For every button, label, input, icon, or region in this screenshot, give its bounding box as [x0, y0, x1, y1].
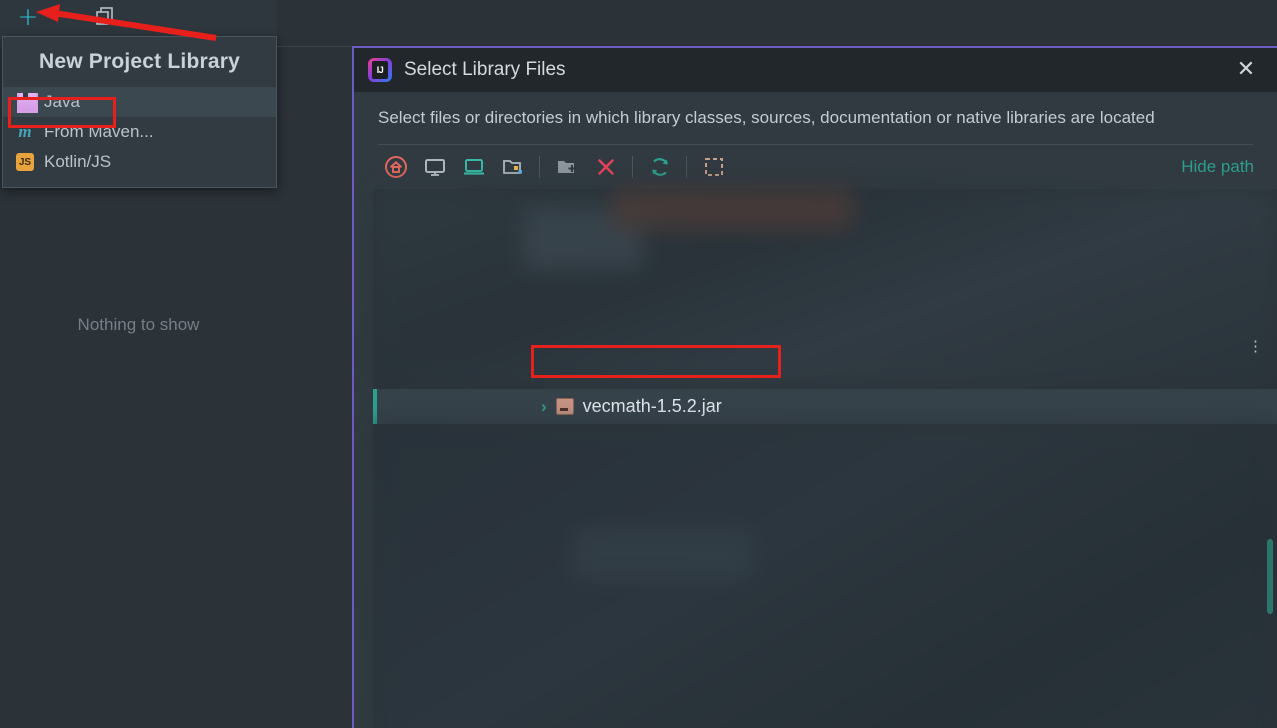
new-project-library-popup: New Project Library Java m From Maven...… [2, 36, 277, 188]
dialog-titlebar: IJ Select Library Files ✕ [354, 48, 1277, 92]
screen: Nothing to show + New Project Library Ja… [0, 0, 1277, 728]
jar-file-icon [555, 398, 574, 415]
empty-state-label: Nothing to show [77, 315, 200, 334]
intellij-logo-icon: IJ [368, 58, 392, 82]
close-icon[interactable]: ✕ [1233, 58, 1259, 84]
file-tree[interactable]: ⋮ › vecmath-1.5.2.jar [373, 189, 1277, 728]
toolbar-separator [686, 156, 687, 178]
desktop-icon[interactable] [415, 150, 454, 184]
overflow-menu-icon[interactable]: ⋮ [1248, 339, 1263, 354]
vertical-scrollbar[interactable] [1267, 539, 1273, 614]
file-row-vecmath-jar[interactable]: › vecmath-1.5.2.jar [373, 389, 1277, 424]
chevron-right-icon[interactable]: › [541, 397, 547, 417]
delete-icon[interactable] [586, 150, 625, 184]
file-name-label: vecmath-1.5.2.jar [582, 396, 722, 416]
maven-icon: m [18, 122, 32, 141]
hide-path-link[interactable]: Hide path [1181, 157, 1254, 177]
module-folder-icon[interactable] [493, 150, 532, 184]
kotlin-js-icon: JS [15, 152, 35, 172]
dialog-description: Select files or directories in which lib… [378, 108, 1155, 127]
home-icon[interactable] [376, 150, 415, 184]
file-chooser-toolbar: Hide path [354, 145, 1277, 189]
popup-item-label: Kotlin/JS [44, 152, 112, 171]
toolbar-separator [632, 156, 633, 178]
annotation-arrow [36, 4, 217, 41]
selection-indicator [373, 389, 377, 424]
popup-item-label: Java [44, 92, 80, 111]
select-library-files-dialog: IJ Select Library Files ✕ Select files o… [352, 46, 1277, 728]
blurred-row [613, 189, 853, 229]
dialog-title: Select Library Files [404, 59, 566, 80]
popup-item-java[interactable]: Java [3, 87, 276, 117]
popup-item-kotlin-js[interactable]: JS Kotlin/JS [3, 147, 276, 177]
blurred-row [573, 529, 753, 579]
popup-title: New Project Library [38, 50, 241, 73]
blurred-tree-rows-bottom [373, 424, 1277, 728]
popup-item-label: From Maven... [44, 122, 154, 141]
new-folder-icon[interactable] [547, 150, 586, 184]
toolbar-separator [539, 156, 540, 178]
popup-item-from-maven[interactable]: m From Maven... [3, 117, 276, 147]
select-path-icon[interactable] [694, 150, 733, 184]
laptop-icon[interactable] [454, 150, 493, 184]
logo-text: IJ [372, 61, 388, 79]
java-module-icon [15, 92, 38, 113]
refresh-icon[interactable] [640, 150, 679, 184]
